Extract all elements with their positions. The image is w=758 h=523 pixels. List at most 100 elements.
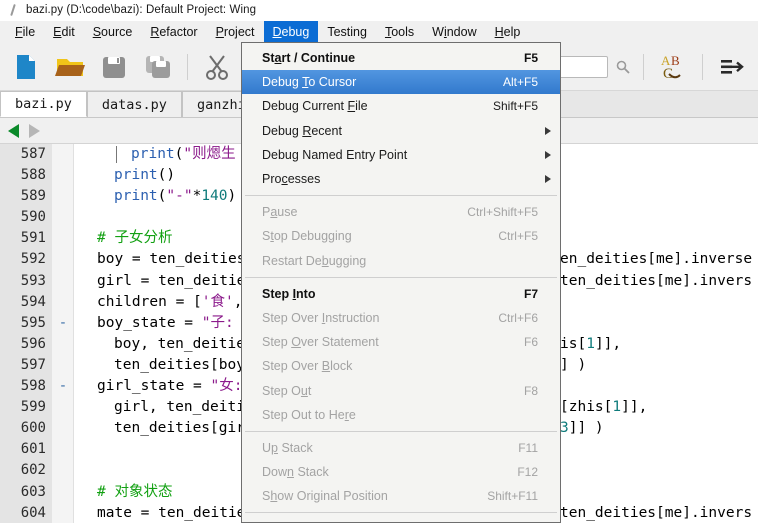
code-text-right: [zhis[1]], <box>560 399 648 416</box>
menu-item-shortcut: F6 <box>523 335 538 350</box>
debug-menu-item-add-breakpoint[interactable]: Add BreakpointF9 <box>242 517 560 522</box>
abc-spellcheck-icon[interactable]: A B C <box>653 47 693 87</box>
editor-tab-datas-py[interactable]: datas.py <box>86 91 182 117</box>
code-text: girl = ten_deities[ <box>97 272 263 289</box>
save-icon[interactable] <box>94 47 134 87</box>
menu-item-label: Debug Current File <box>262 99 368 114</box>
code-text: # 子女分析 <box>97 230 173 247</box>
debug-menu-item-step-over-statement: Step Over Statement F6 <box>242 330 560 354</box>
code-text-right: 3]] ) <box>560 420 604 437</box>
debug-menu-item-step-into[interactable]: Step Into F7 <box>242 282 560 306</box>
code-text-right: ] ) <box>560 356 587 373</box>
menu-separator <box>245 512 557 514</box>
code-text: # 对象状态 <box>97 483 173 500</box>
menubar-item-window[interactable]: Window <box>423 21 485 43</box>
fold-marker[interactable]: - <box>55 313 71 334</box>
submenu-arrow-icon <box>545 175 551 184</box>
line-number: 600 <box>20 420 46 437</box>
toolbar-separator-3 <box>643 53 644 80</box>
code-text: ten_deities[gir <box>114 420 245 437</box>
debug-menu-item-debug-to-cursor[interactable]: Debug To Cursor Alt+F5 <box>242 70 560 95</box>
menu-item-shortcut: Ctrl+F5 <box>498 229 538 244</box>
code-text: print() <box>114 167 176 184</box>
line-number: 587 <box>20 146 46 162</box>
nav-back-triangle-icon[interactable] <box>8 123 19 138</box>
debug-menu-item-debug-named-entry-point[interactable]: Debug Named Entry Point <box>242 143 560 167</box>
nav-forward-triangle-icon[interactable] <box>29 123 40 138</box>
line-number: 604 <box>20 504 46 521</box>
pencil-icon <box>6 3 20 17</box>
indent-right-icon[interactable] <box>712 47 752 87</box>
cut-icon[interactable] <box>197 47 237 87</box>
menu-item-label: Debug Recent <box>262 123 342 138</box>
new-file-icon[interactable] <box>6 47 46 87</box>
editor-tab-bazi-py[interactable]: bazi.py <box>0 91 87 117</box>
menubar-item-debug[interactable]: Debug <box>263 21 319 43</box>
svg-text:C: C <box>663 66 673 82</box>
menubar-item-testing[interactable]: Testing <box>318 21 376 43</box>
menu-item-label: Debug Named Entry Point <box>262 147 408 162</box>
menu-item-shortcut: F7 <box>523 286 538 301</box>
debug-menu-dropdown[interactable]: Start / Continue F5 Debug To Cursor Alt+F5 D… <box>241 42 561 523</box>
window-title: bazi.py (D:\code\bazi): Default Project:… <box>26 4 257 16</box>
menu-item-label: Stop Debugging <box>262 229 352 244</box>
magnifier-icon[interactable] <box>612 52 634 82</box>
menu-item-label: Debug To Cursor <box>262 75 357 90</box>
menubar-item-edit[interactable]: Edit <box>44 21 84 43</box>
menubar-item-project[interactable]: Project <box>207 21 264 43</box>
debug-menu-item-debug-current-file[interactable]: Debug Current File Shift+F5 <box>242 94 560 118</box>
menu-item-shortcut: F12 <box>517 465 538 480</box>
editor-tab-label: bazi.py <box>15 96 72 112</box>
code-text: boy, ten_deitie <box>114 335 245 352</box>
submenu-arrow-icon <box>545 126 551 135</box>
code-text: ten_deities[boy <box>114 356 245 373</box>
line-number: 601 <box>20 441 46 458</box>
debug-menu-item-show-original-position: Show Original Position Shift+F11 <box>242 484 560 508</box>
menu-separator <box>245 276 557 278</box>
code-text: mate = ten_deities[ <box>97 504 263 521</box>
debug-menu-item-up-stack: Up Stack F11 <box>242 436 560 460</box>
code-text-right: is[1]], <box>560 335 622 352</box>
code-text: boy_state = "子: {} <box>97 314 260 331</box>
code-text: print("-"*140) <box>114 188 237 205</box>
menu-item-shortcut: Ctrl+Shift+F5 <box>467 205 538 220</box>
menu-item-label: Restart Debugging <box>262 253 367 268</box>
open-file-icon[interactable] <box>50 47 90 87</box>
menu-separator <box>245 195 557 197</box>
menu-item-label: Step Over Instruction <box>262 310 380 325</box>
debug-menu-item-step-over-block: Step Over Block <box>242 354 560 378</box>
line-number: 594 <box>20 293 46 310</box>
line-number: 592 <box>20 251 46 268</box>
line-number: 598 <box>20 378 46 395</box>
menu-item-shortcut: Alt+F5 <box>502 75 538 90</box>
text-caret <box>116 146 117 163</box>
menu-item-shortcut: F8 <box>523 383 538 398</box>
menubar-item-source[interactable]: Source <box>84 21 142 43</box>
save-all-icon[interactable] <box>138 47 178 87</box>
menubar-item-refactor[interactable]: Refactor <box>141 21 206 43</box>
menu-item-label: Down Stack <box>262 465 329 480</box>
debug-menu-item-step-out-to-here: Step Out to Here <box>242 403 560 427</box>
line-number: 589 <box>20 188 46 205</box>
menu-item-label: Step Over Block <box>262 359 353 374</box>
menubar-item-file[interactable]: File <box>6 21 44 43</box>
menu-item-label: Step Out <box>262 383 312 398</box>
fold-marker[interactable]: - <box>55 376 71 397</box>
debug-menu-item-debug-recent[interactable]: Debug Recent <box>242 119 560 143</box>
menu-item-label: Processes <box>262 172 321 187</box>
debug-menu-item-restart-debugging: Restart Debugging <box>242 249 560 273</box>
line-number: 595 <box>20 314 46 331</box>
debug-menu-item-processes[interactable]: Processes <box>242 167 560 191</box>
editor-tab-label: datas.py <box>101 96 167 113</box>
line-number: 588 <box>20 167 46 184</box>
menu-item-label: Step Out to Here <box>262 407 356 422</box>
menubar-item-tools[interactable]: Tools <box>376 21 423 43</box>
code-text: print("则煾生 <box>131 146 236 162</box>
debug-menu-item-start-continue[interactable]: Start / Continue F5 <box>242 46 560 70</box>
line-number: 597 <box>20 356 46 373</box>
menu-item-shortcut: Ctrl+F6 <box>498 310 538 325</box>
code-text-right: ten_deities[me].invers <box>560 272 753 289</box>
submenu-arrow-icon <box>545 150 551 159</box>
menubar-item-help[interactable]: Help <box>486 21 530 43</box>
menu-item-label: Step Over Statement <box>262 335 379 350</box>
